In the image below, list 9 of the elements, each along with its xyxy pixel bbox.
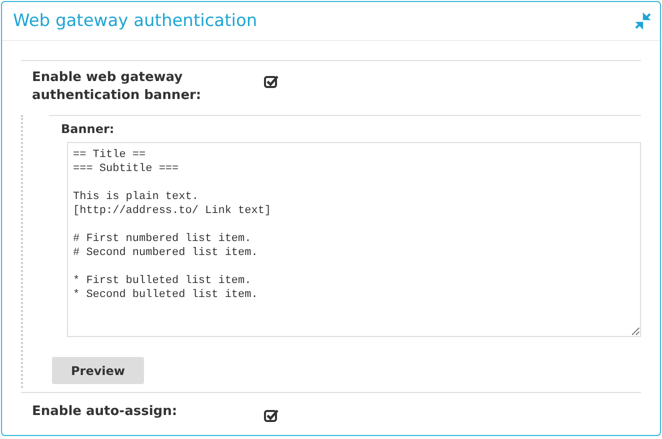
- banner-text-area[interactable]: == Title == === Subtitle === This is plain text. [http://address.to/ Link text] # First numbered list item. # Second numbered list item. * First bulleted list item. * Second bulleted list item.: [67, 142, 641, 337]
- setting-label: Enable auto-assign:: [32, 403, 178, 421]
- collapse-icon[interactable]: [634, 12, 652, 30]
- banner-label: Banner:: [61, 122, 116, 136]
- checkbox-checked-icon[interactable]: [264, 75, 279, 88]
- panel-title: Web gateway authentication: [13, 11, 258, 31]
- checkbox-checked-icon[interactable]: [264, 409, 279, 422]
- preview-button[interactable]: Preview: [52, 357, 144, 384]
- setting-label: Enable web gateway authentication banner:: [32, 69, 202, 105]
